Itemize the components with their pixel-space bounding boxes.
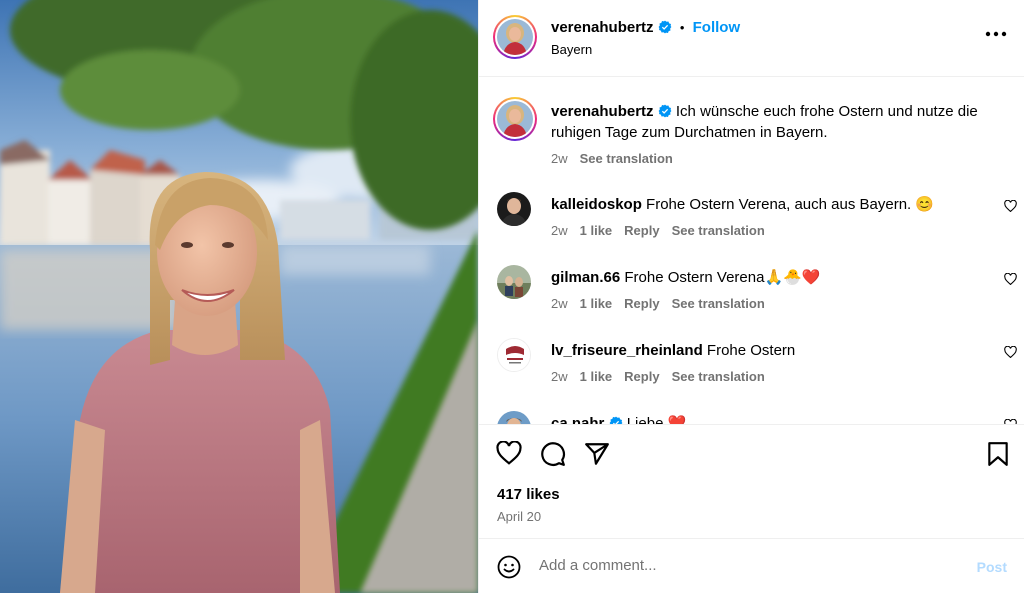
avatar-image [497,265,531,299]
comment-row: ca.nahr Liebe ❤️ [497,411,1017,424]
comment-row: lv_friseure_rheinland Frohe Ostern 2w 1 … [497,338,1017,398]
header-separator: • [679,20,685,35]
likes-count[interactable]: 417 likes [497,486,560,503]
see-translation-link[interactable]: See translation [672,296,765,311]
see-translation-link[interactable]: See translation [580,151,673,166]
reply-button[interactable]: Reply [624,296,659,311]
comment-body: lv_friseure_rheinland Frohe Ostern [551,340,981,361]
photo-image [0,0,478,593]
comment-meta: 2w 1 like Reply See translation [551,369,765,384]
avatar-image [498,339,530,371]
comment-body: ca.nahr Liebe ❤️ [551,413,981,424]
comment-row: gilman.66 Frohe Ostern Verena🙏🐣❤️ 2w 1 l… [497,265,1017,325]
post-date[interactable]: April 20 [497,509,541,524]
post-side-panel: verenahubertz • Follow Bayern verenahube… [478,0,1024,593]
comment-avatar[interactable] [497,265,531,299]
reply-button[interactable]: Reply [624,223,659,238]
comment-text: Frohe Ostern Verena🙏🐣❤️ [624,269,821,286]
emoji-icon[interactable] [497,555,521,579]
caption-meta: 2w See translation [551,151,673,166]
post-comment-button[interactable]: Post [977,559,1007,575]
comment-text: Frohe Ostern Verena, auch aus Bayern. 😊 [646,196,935,213]
comment-icon[interactable] [540,441,566,467]
comment-username[interactable]: lv_friseure_rheinland [551,342,703,359]
comment-meta: 2w 1 like Reply See translation [551,296,765,311]
comment-age[interactable]: 2w [551,369,568,384]
comments-list[interactable]: verenahubertz Ich wünsche euch frohe Ost… [479,77,1024,424]
caption-body: verenahubertz Ich wünsche euch frohe Ost… [551,101,991,143]
comment-avatar[interactable] [497,411,531,424]
post-header: verenahubertz • Follow Bayern [479,0,1024,77]
comment-like-heart-icon[interactable] [1004,200,1017,212]
comment-like-heart-icon[interactable] [1004,273,1017,285]
header-avatar[interactable] [493,15,537,59]
comment-age[interactable]: 2w [551,223,568,238]
caption-age[interactable]: 2w [551,151,568,166]
comment-likes[interactable]: 1 like [580,296,613,311]
comment-username[interactable]: ca.nahr [551,415,604,424]
comment-text: Frohe Ostern [706,342,796,359]
comment-row: kalleidoskop Frohe Ostern Verena, auch a… [497,192,1017,252]
verified-badge-icon [609,416,622,424]
comment-age[interactable]: 2w [551,296,568,311]
header-username[interactable]: verenahubertz [551,19,654,36]
heart-icon[interactable] [496,441,522,465]
comment-likes[interactable]: 1 like [580,369,613,384]
bookmark-icon[interactable] [987,441,1009,467]
comment-body: kalleidoskop Frohe Ostern Verena, auch a… [551,194,981,215]
post-photo[interactable] [0,0,478,593]
post-actions: 417 likes April 20 [479,424,1024,538]
verified-badge-icon [658,104,672,118]
more-horizontal-icon[interactable] [985,30,1007,38]
comment-avatar[interactable] [497,338,531,372]
caption-username[interactable]: verenahubertz [551,103,654,120]
reply-button[interactable]: Reply [624,369,659,384]
avatar-image [497,411,531,424]
comment-likes[interactable]: 1 like [580,223,613,238]
header-title-line: verenahubertz • Follow [551,19,740,36]
header-location[interactable]: Bayern [551,42,592,57]
post-dialog: verenahubertz • Follow Bayern verenahube… [0,0,1024,593]
comment-like-heart-icon[interactable] [1004,346,1017,358]
comment-text: Liebe ❤️ [626,415,687,424]
avatar-image [497,101,533,137]
avatar-image [497,192,531,226]
caption-row: verenahubertz Ich wünsche euch frohe Ost… [493,97,1017,169]
comment-body: gilman.66 Frohe Ostern Verena🙏🐣❤️ [551,267,981,288]
add-comment-bar: Post [479,538,1024,593]
caption-avatar[interactable] [493,97,537,141]
comment-avatar[interactable] [497,192,531,226]
see-translation-link[interactable]: See translation [672,369,765,384]
comment-username[interactable]: kalleidoskop [551,196,642,213]
comment-meta: 2w 1 like Reply See translation [551,223,765,238]
verified-badge-icon [658,20,672,34]
avatar-image [497,19,533,55]
comment-username[interactable]: gilman.66 [551,269,620,286]
follow-button[interactable]: Follow [693,19,741,36]
see-translation-link[interactable]: See translation [672,223,765,238]
share-icon[interactable] [584,441,610,467]
comment-input[interactable] [539,553,939,577]
